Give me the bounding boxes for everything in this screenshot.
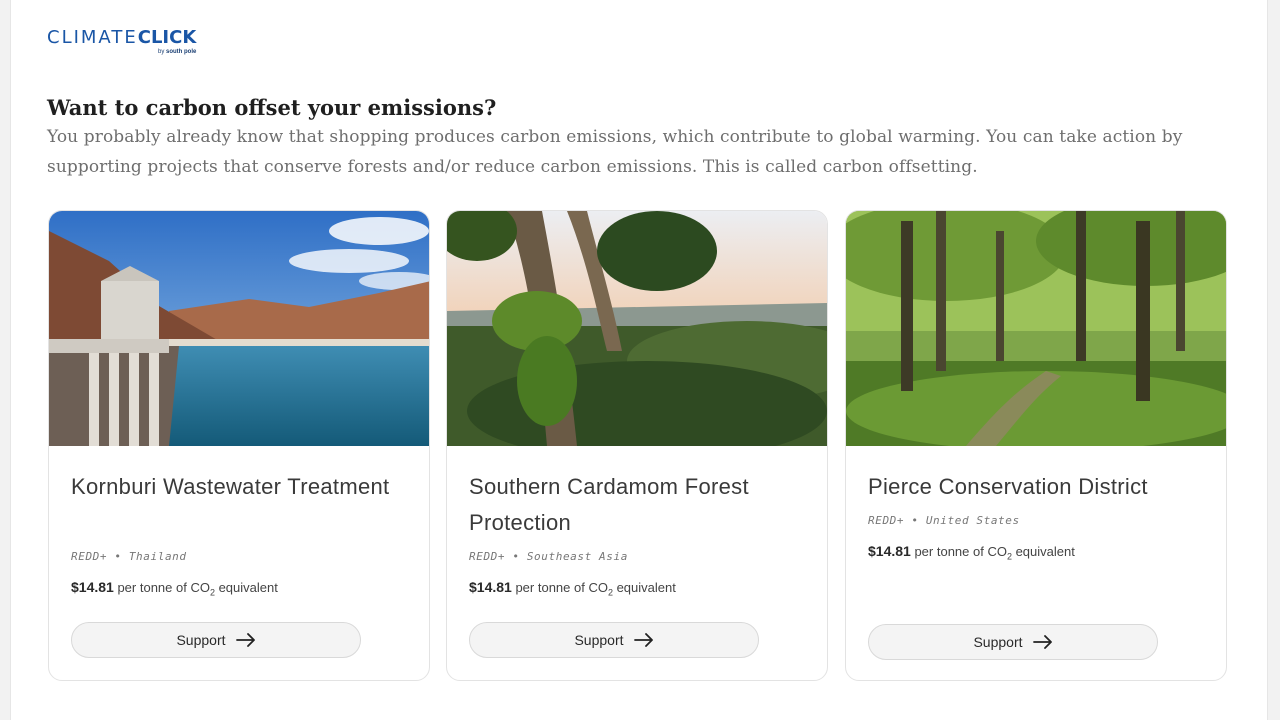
project-category: REDD+: [469, 550, 506, 563]
project-title: Southern Cardamom Forest Protection: [469, 474, 749, 535]
logo-byline: by south pole: [158, 49, 196, 55]
price-unit-suffix: equivalent: [1011, 544, 1075, 559]
project-title: Pierce Conservation District: [868, 474, 1148, 499]
project-price: $14.81 per tonne of CO2 equivalent: [469, 579, 676, 598]
mossy-forest-photo: [846, 211, 1226, 446]
project-category: REDD+: [71, 550, 108, 563]
price-amount: $14.81: [469, 579, 512, 595]
price-unit: per tonne of CO2 equivalent: [117, 580, 278, 598]
arrow-right-icon: [1032, 635, 1052, 649]
support-button-label: Support: [176, 632, 226, 648]
logo-by: by: [158, 49, 165, 55]
price-amount: $14.81: [71, 579, 114, 595]
project-location: Thailand: [128, 550, 187, 563]
support-button-label: Support: [973, 634, 1023, 650]
logo-wordmark: CLIMATECLICK: [47, 28, 196, 48]
project-price: $14.81 per tonne of CO2 equivalent: [71, 579, 278, 598]
price-unit-prefix: per tonne of CO: [515, 580, 608, 595]
support-button[interactable]: Support: [71, 622, 361, 658]
dam-lake-photo: [49, 211, 429, 446]
meta-separator: •: [512, 550, 520, 563]
climateclick-logo: CLIMATECLICK by south pole: [47, 28, 196, 56]
project-meta: REDD+ • United States: [868, 514, 1020, 527]
project-card: Pierce Conservation District REDD+ • Uni…: [845, 210, 1227, 681]
price-unit-suffix: equivalent: [214, 580, 278, 595]
price-unit-suffix: equivalent: [612, 580, 676, 595]
project-card: Kornburi Wastewater Treatment REDD+ • Th…: [48, 210, 430, 681]
price-unit-prefix: per tonne of CO: [117, 580, 210, 595]
meta-separator: •: [114, 550, 122, 563]
rainforest-canopy-photo: [447, 211, 827, 446]
support-button-label: Support: [574, 632, 624, 648]
price-unit-prefix: per tonne of CO: [914, 544, 1007, 559]
south-pole-logo: south pole: [166, 49, 197, 55]
price-unit: per tonne of CO2 equivalent: [914, 544, 1075, 562]
price-unit: per tonne of CO2 equivalent: [515, 580, 676, 598]
logo-word-click: CLICK: [137, 27, 197, 48]
project-location: Southeast Asia: [526, 550, 628, 563]
price-amount: $14.81: [868, 543, 911, 559]
project-price: $14.81 per tonne of CO2 equivalent: [868, 543, 1075, 562]
support-button[interactable]: Support: [868, 624, 1158, 660]
project-title: Kornburi Wastewater Treatment: [71, 474, 390, 499]
page-title: Want to carbon offset your emissions?: [47, 95, 497, 120]
project-category: REDD+: [868, 514, 905, 527]
project-meta: REDD+ • Southeast Asia: [469, 550, 628, 563]
meta-separator: •: [911, 514, 919, 527]
arrow-right-icon: [633, 633, 653, 647]
project-card: Southern Cardamom Forest Protection REDD…: [446, 210, 828, 681]
arrow-right-icon: [235, 633, 255, 647]
project-meta: REDD+ • Thailand: [71, 550, 187, 563]
support-button[interactable]: Support: [469, 622, 759, 658]
project-location: United States: [925, 514, 1020, 527]
logo-word-climate: CLIMATE: [47, 27, 138, 48]
offset-panel: CLIMATECLICK by south pole Want to carbo…: [10, 0, 1268, 720]
intro-text: You probably already know that shopping …: [47, 127, 1183, 177]
